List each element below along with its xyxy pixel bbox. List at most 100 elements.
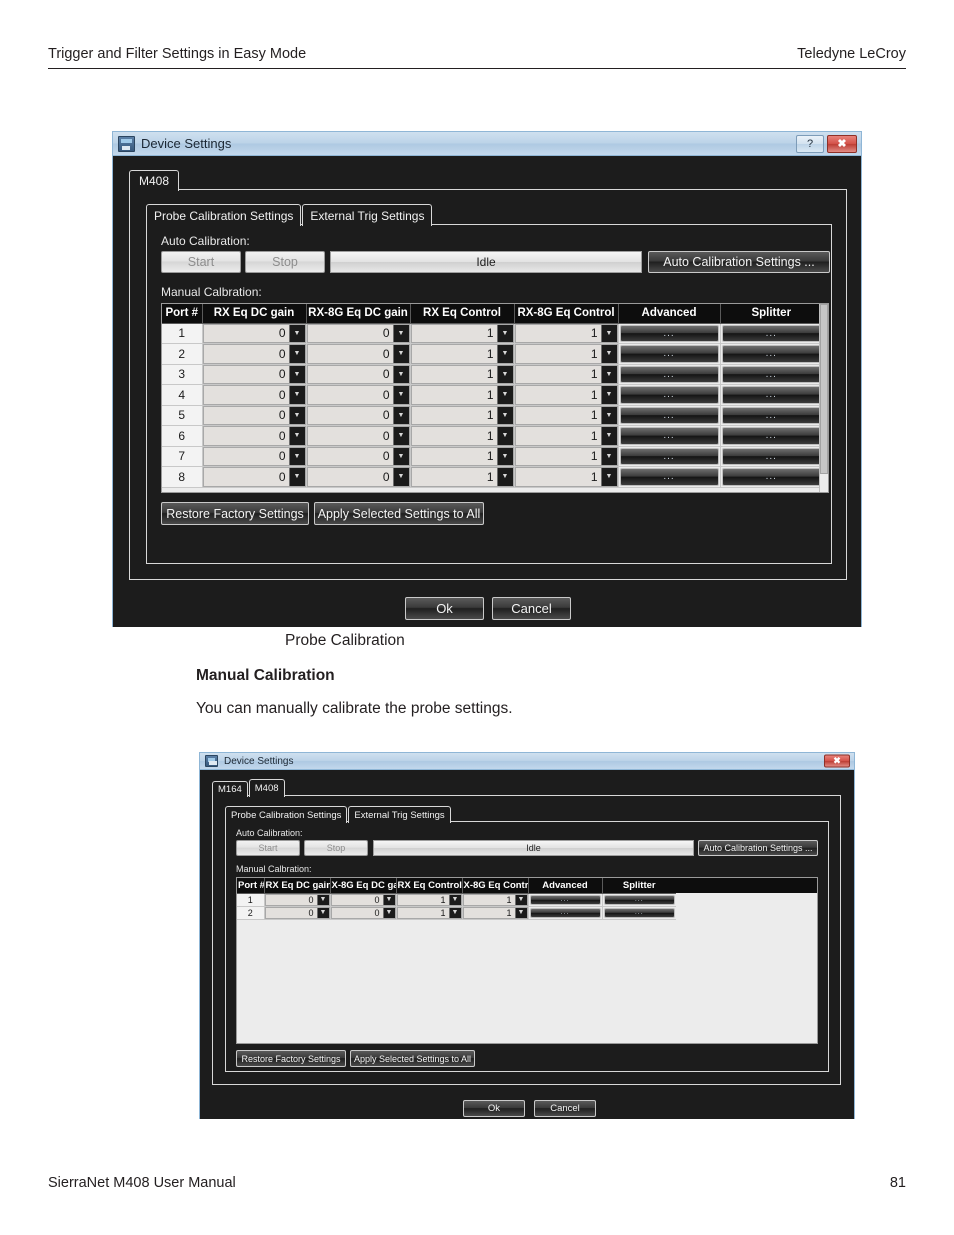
cell-rx-eq-dc-gain[interactable]: 0 ▼ — [264, 893, 331, 907]
spinner-control[interactable]: 0 ▼ — [306, 405, 410, 425]
auto-start-button[interactable]: Start — [161, 251, 241, 273]
cell-rx8g-eq-dc-gain[interactable]: 0 ▼ — [306, 323, 411, 344]
spinner-control[interactable]: 1 ▼ — [514, 426, 618, 446]
chevron-down-icon[interactable]: ▼ — [288, 324, 305, 342]
chevron-down-icon[interactable]: ▼ — [382, 894, 395, 905]
chevron-down-icon[interactable]: ▼ — [496, 365, 513, 383]
ok-button[interactable]: Ok — [405, 597, 484, 620]
cell-splitter-button[interactable]: ... — [720, 323, 822, 344]
ellipsis-button[interactable]: ... — [603, 894, 675, 905]
chevron-down-icon[interactable]: ▼ — [496, 468, 513, 486]
spinner-control[interactable]: 0 ▼ — [202, 323, 306, 343]
spinner-control[interactable]: 1 ▼ — [514, 323, 618, 343]
spinner-control[interactable]: 0 ▼ — [330, 893, 396, 906]
spinner-control[interactable]: 0 ▼ — [306, 446, 410, 466]
spinner-control[interactable]: 1 ▼ — [396, 893, 462, 906]
tab-external-trig-settings[interactable]: External Trig Settings — [302, 204, 433, 226]
close-icon[interactable]: ✖ — [827, 134, 857, 153]
ellipsis-button[interactable]: ... — [619, 386, 719, 404]
spinner-control[interactable]: 1 ▼ — [514, 405, 618, 425]
spinner-control[interactable]: 1 ▼ — [410, 467, 514, 487]
table-row[interactable]: 8 0 ▼ 0 ▼ 1 ▼ 1 ▼...... — [162, 466, 822, 488]
spinner-control[interactable]: 1 ▼ — [514, 467, 618, 487]
cell-rx8g-eq-control[interactable]: 1 ▼ — [462, 906, 529, 920]
ellipsis-button[interactable]: ... — [721, 345, 821, 363]
table-row[interactable]: 4 0 ▼ 0 ▼ 1 ▼ 1 ▼...... — [162, 384, 822, 406]
spinner-control[interactable]: 1 ▼ — [410, 364, 514, 384]
cell-splitter-button[interactable]: ... — [720, 425, 822, 447]
ellipsis-button[interactable]: ... — [619, 365, 719, 383]
table-row[interactable]: 2 0 ▼ 0 ▼ 1 ▼ 1 ▼...... — [237, 906, 676, 920]
cell-advanced-button[interactable]: ... — [618, 405, 721, 426]
ellipsis-button[interactable]: ... — [721, 447, 821, 465]
ellipsis-button[interactable]: ... — [721, 406, 821, 424]
cell-advanced-button[interactable]: ... — [618, 343, 721, 365]
chevron-down-icon[interactable]: ▼ — [496, 386, 513, 404]
chevron-down-icon[interactable]: ▼ — [448, 907, 461, 918]
cell-rx-eq-dc-gain[interactable]: 0 ▼ — [202, 446, 307, 467]
close-icon[interactable]: ✖ — [824, 754, 850, 768]
spinner-control[interactable]: 1 ▼ — [514, 364, 618, 384]
cell-splitter-button[interactable]: ... — [720, 466, 822, 488]
table-row[interactable]: 5 0 ▼ 0 ▼ 1 ▼ 1 ▼...... — [162, 405, 822, 426]
chevron-down-icon[interactable]: ▼ — [600, 365, 617, 383]
table-row[interactable]: 1 0 ▼ 0 ▼ 1 ▼ 1 ▼...... — [237, 893, 676, 907]
chevron-down-icon[interactable]: ▼ — [496, 406, 513, 424]
cancel-button[interactable]: Cancel — [534, 1100, 596, 1117]
cell-rx-eq-dc-gain[interactable]: 0 ▼ — [202, 323, 307, 344]
cell-splitter-button[interactable]: ... — [720, 384, 822, 406]
chevron-down-icon[interactable]: ▼ — [288, 406, 305, 424]
ellipsis-button[interactable]: ... — [529, 894, 601, 905]
chevron-down-icon[interactable]: ▼ — [288, 468, 305, 486]
chevron-down-icon[interactable]: ▼ — [496, 324, 513, 342]
tab-probe-calibration-settings[interactable]: Probe Calibration Settings — [146, 204, 302, 226]
spinner-control[interactable]: 1 ▼ — [462, 893, 528, 906]
ellipsis-button[interactable]: ... — [721, 365, 821, 383]
manual-calibration-grid[interactable]: Port # RX Eq DC gain RX-8G Eq DC gain RX… — [161, 303, 829, 493]
cell-rx-eq-control[interactable]: 1 ▼ — [410, 364, 515, 385]
ellipsis-button[interactable]: ... — [619, 406, 719, 424]
cell-rx-eq-control[interactable]: 1 ▼ — [396, 893, 463, 907]
chevron-down-icon[interactable]: ▼ — [288, 386, 305, 404]
spinner-control[interactable]: 0 ▼ — [306, 385, 410, 405]
spinner-control[interactable]: 0 ▼ — [202, 364, 306, 384]
cell-rx-eq-dc-gain[interactable]: 0 ▼ — [202, 343, 307, 365]
table-row[interactable]: 7 0 ▼ 0 ▼ 1 ▼ 1 ▼...... — [162, 446, 822, 467]
chevron-down-icon[interactable]: ▼ — [514, 907, 527, 918]
spinner-control[interactable]: 1 ▼ — [410, 344, 514, 364]
cell-rx8g-eq-dc-gain[interactable]: 0 ▼ — [306, 446, 411, 467]
ellipsis-button[interactable]: ... — [619, 345, 719, 363]
cell-advanced-button[interactable]: ... — [618, 384, 721, 406]
cell-rx8g-eq-control[interactable]: 1 ▼ — [514, 323, 619, 344]
cell-rx-eq-dc-gain[interactable]: 0 ▼ — [202, 466, 307, 488]
ellipsis-button[interactable]: ... — [619, 468, 719, 486]
spinner-control[interactable]: 0 ▼ — [306, 344, 410, 364]
cell-advanced-button[interactable]: ... — [528, 906, 603, 920]
cell-rx8g-eq-control[interactable]: 1 ▼ — [514, 384, 619, 406]
spinner-control[interactable]: 1 ▼ — [410, 385, 514, 405]
spinner-control[interactable]: 0 ▼ — [264, 893, 330, 906]
spinner-control[interactable]: 1 ▼ — [410, 446, 514, 466]
chevron-down-icon[interactable]: ▼ — [496, 345, 513, 363]
cell-rx-eq-control[interactable]: 1 ▼ — [410, 466, 515, 488]
ellipsis-button[interactable]: ... — [619, 324, 719, 342]
cell-rx-eq-dc-gain[interactable]: 0 ▼ — [202, 405, 307, 426]
cell-rx-eq-dc-gain[interactable]: 0 ▼ — [264, 906, 331, 920]
cell-splitter-button[interactable]: ... — [720, 446, 822, 467]
ellipsis-button[interactable]: ... — [721, 427, 821, 445]
cell-rx8g-eq-dc-gain[interactable]: 0 ▼ — [306, 405, 411, 426]
cell-rx8g-eq-control[interactable]: 1 ▼ — [462, 893, 529, 907]
help-button[interactable]: ? — [796, 134, 824, 153]
cell-rx-eq-dc-gain[interactable]: 0 ▼ — [202, 364, 307, 385]
table-row[interactable]: 3 0 ▼ 0 ▼ 1 ▼ 1 ▼...... — [162, 364, 822, 385]
chevron-down-icon[interactable]: ▼ — [600, 427, 617, 445]
auto-start-button[interactable]: Start — [236, 840, 300, 856]
chevron-down-icon[interactable]: ▼ — [600, 324, 617, 342]
spinner-control[interactable]: 0 ▼ — [306, 426, 410, 446]
ellipsis-button[interactable]: ... — [619, 427, 719, 445]
auto-stop-button[interactable]: Stop — [304, 840, 368, 856]
cell-advanced-button[interactable]: ... — [618, 425, 721, 447]
chevron-down-icon[interactable]: ▼ — [392, 386, 409, 404]
cell-rx8g-eq-control[interactable]: 1 ▼ — [514, 364, 619, 385]
chevron-down-icon[interactable]: ▼ — [448, 894, 461, 905]
